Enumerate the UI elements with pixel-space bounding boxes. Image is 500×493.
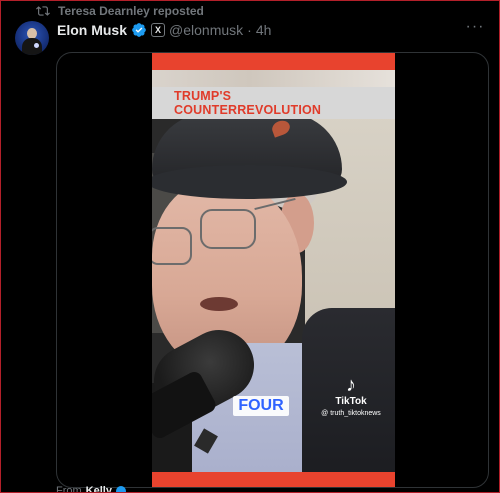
- tiktok-watermark: ♪ TikTok @ truth_tiktoknews: [311, 374, 391, 417]
- author-handle[interactable]: @elonmusk: [169, 22, 243, 38]
- more-icon[interactable]: ···: [465, 19, 485, 40]
- from-name[interactable]: Kelly: [86, 485, 112, 492]
- separator-dot: ·: [247, 22, 252, 38]
- repost-row[interactable]: Teresa Dearnley reposted: [36, 3, 204, 19]
- avatar[interactable]: [15, 21, 49, 55]
- tweet-timestamp[interactable]: 4h: [256, 22, 272, 38]
- repost-icon: [36, 6, 50, 16]
- tweet-header: Elon Musk X @elonmusk · 4h: [57, 21, 271, 39]
- author-name[interactable]: Elon Musk: [57, 22, 127, 38]
- tiktok-brand: TikTok: [335, 396, 367, 407]
- tiktok-username: @ truth_tiktoknews: [321, 410, 381, 417]
- tiktok-logo-icon: ♪: [346, 374, 356, 396]
- verified-badge-icon[interactable]: [131, 22, 147, 38]
- from-verified-icon: [115, 486, 126, 492]
- from-attribution[interactable]: From Kelly: [56, 485, 126, 493]
- from-label: From: [56, 485, 82, 493]
- tweet-frame: Teresa Dearnley reposted Elon Musk X @el…: [0, 0, 500, 493]
- x-affiliation-badge[interactable]: X: [151, 23, 166, 37]
- video-title: TRUMP'S COUNTERREVOLUTION: [152, 87, 395, 119]
- repost-label: Teresa Dearnley reposted: [58, 4, 204, 18]
- video-title-banner: TRUMP'S COUNTERREVOLUTION: [152, 87, 395, 119]
- video-top-bar: [152, 53, 395, 70]
- video-container[interactable]: TRUMP'S COUNTERREVOLUTION FOUR ♪ TikTok …: [56, 52, 489, 488]
- video-frame[interactable]: TRUMP'S COUNTERREVOLUTION FOUR ♪ TikTok …: [152, 53, 395, 487]
- video-bottom-bar: [152, 472, 395, 487]
